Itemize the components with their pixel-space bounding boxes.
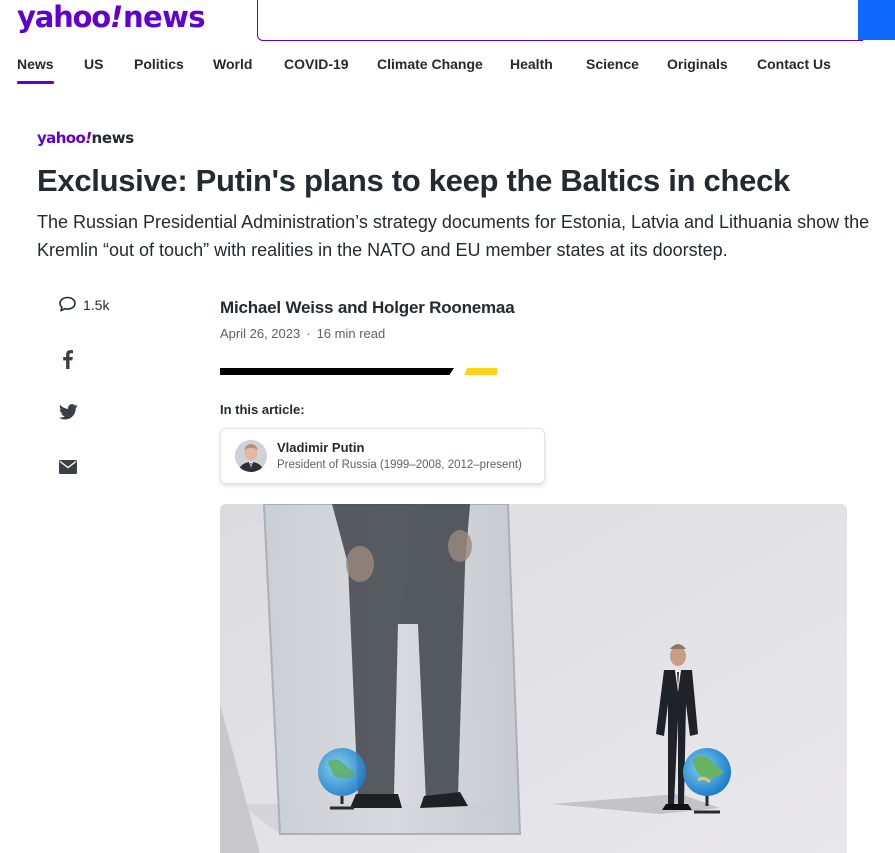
article-dateline: April 26, 2023 · 16 min read [220, 326, 385, 341]
search-input[interactable] [257, 0, 863, 41]
author-byline[interactable]: Michael Weiss and Holger Roonemaa [220, 298, 515, 318]
summary-line-1: The Russian Presidential Administration’… [37, 212, 870, 232]
comments-button[interactable]: 1.5k [58, 296, 109, 313]
logo-yahoo-text: yahoo [17, 0, 111, 34]
decorative-divider-black [220, 368, 454, 375]
nav-item-originals[interactable]: Originals [667, 56, 728, 72]
nav-item-health[interactable]: Health [510, 56, 553, 72]
provider-logo[interactable]: yahoo!news [37, 129, 134, 148]
facebook-share-button[interactable] [57, 348, 79, 370]
hero-illustration [220, 504, 847, 853]
avatar [235, 440, 267, 472]
comment-icon [59, 296, 76, 312]
nav-item-science[interactable]: Science [586, 56, 639, 72]
twitter-share-button[interactable] [57, 401, 79, 423]
publish-date: April 26, 2023 [220, 326, 301, 341]
comments-count: 1.5k [83, 296, 110, 313]
nav-item-climate-change[interactable]: Climate Change [377, 56, 483, 72]
facebook-icon [63, 349, 73, 369]
nav-item-world[interactable]: World [213, 56, 252, 72]
in-this-article-label: In this article: [220, 402, 305, 417]
search-button[interactable] [858, 0, 895, 40]
twitter-icon [58, 404, 78, 420]
entity-role: President of Russia (1999–2008, 2012–pre… [277, 459, 522, 471]
summary-line-2: Kremlin “out of touch” with realities in… [37, 240, 728, 260]
provider-logo-yahoo: yahoo [37, 129, 86, 147]
email-share-button[interactable] [57, 456, 79, 478]
dateline-separator: · [306, 326, 311, 341]
nav-item-politics[interactable]: Politics [134, 56, 184, 72]
decorative-divider-yellow [464, 368, 497, 375]
entity-card-vladimir-putin[interactable]: Vladimir Putin President of Russia (1999… [220, 428, 545, 484]
logo-bang: ! [109, 0, 123, 34]
article-summary: The Russian Presidential Administration’… [37, 208, 895, 264]
yahoo-news-logo[interactable]: yahoo! news [17, 0, 206, 38]
nav-item-contact-us[interactable]: Contact Us [757, 56, 831, 72]
hero-image [220, 504, 847, 853]
read-time: 16 min read [316, 326, 386, 341]
article-headline: Exclusive: Putin's plans to keep the Bal… [37, 163, 790, 198]
logo-news-text: news [123, 0, 206, 34]
entity-name: Vladimir Putin [277, 440, 365, 455]
nav-item-covid-19[interactable]: COVID-19 [284, 56, 349, 72]
provider-logo-news: news [91, 129, 134, 147]
email-icon [59, 460, 77, 474]
nav-item-us[interactable]: US [84, 56, 103, 72]
nav-item-news[interactable]: News [17, 56, 54, 84]
